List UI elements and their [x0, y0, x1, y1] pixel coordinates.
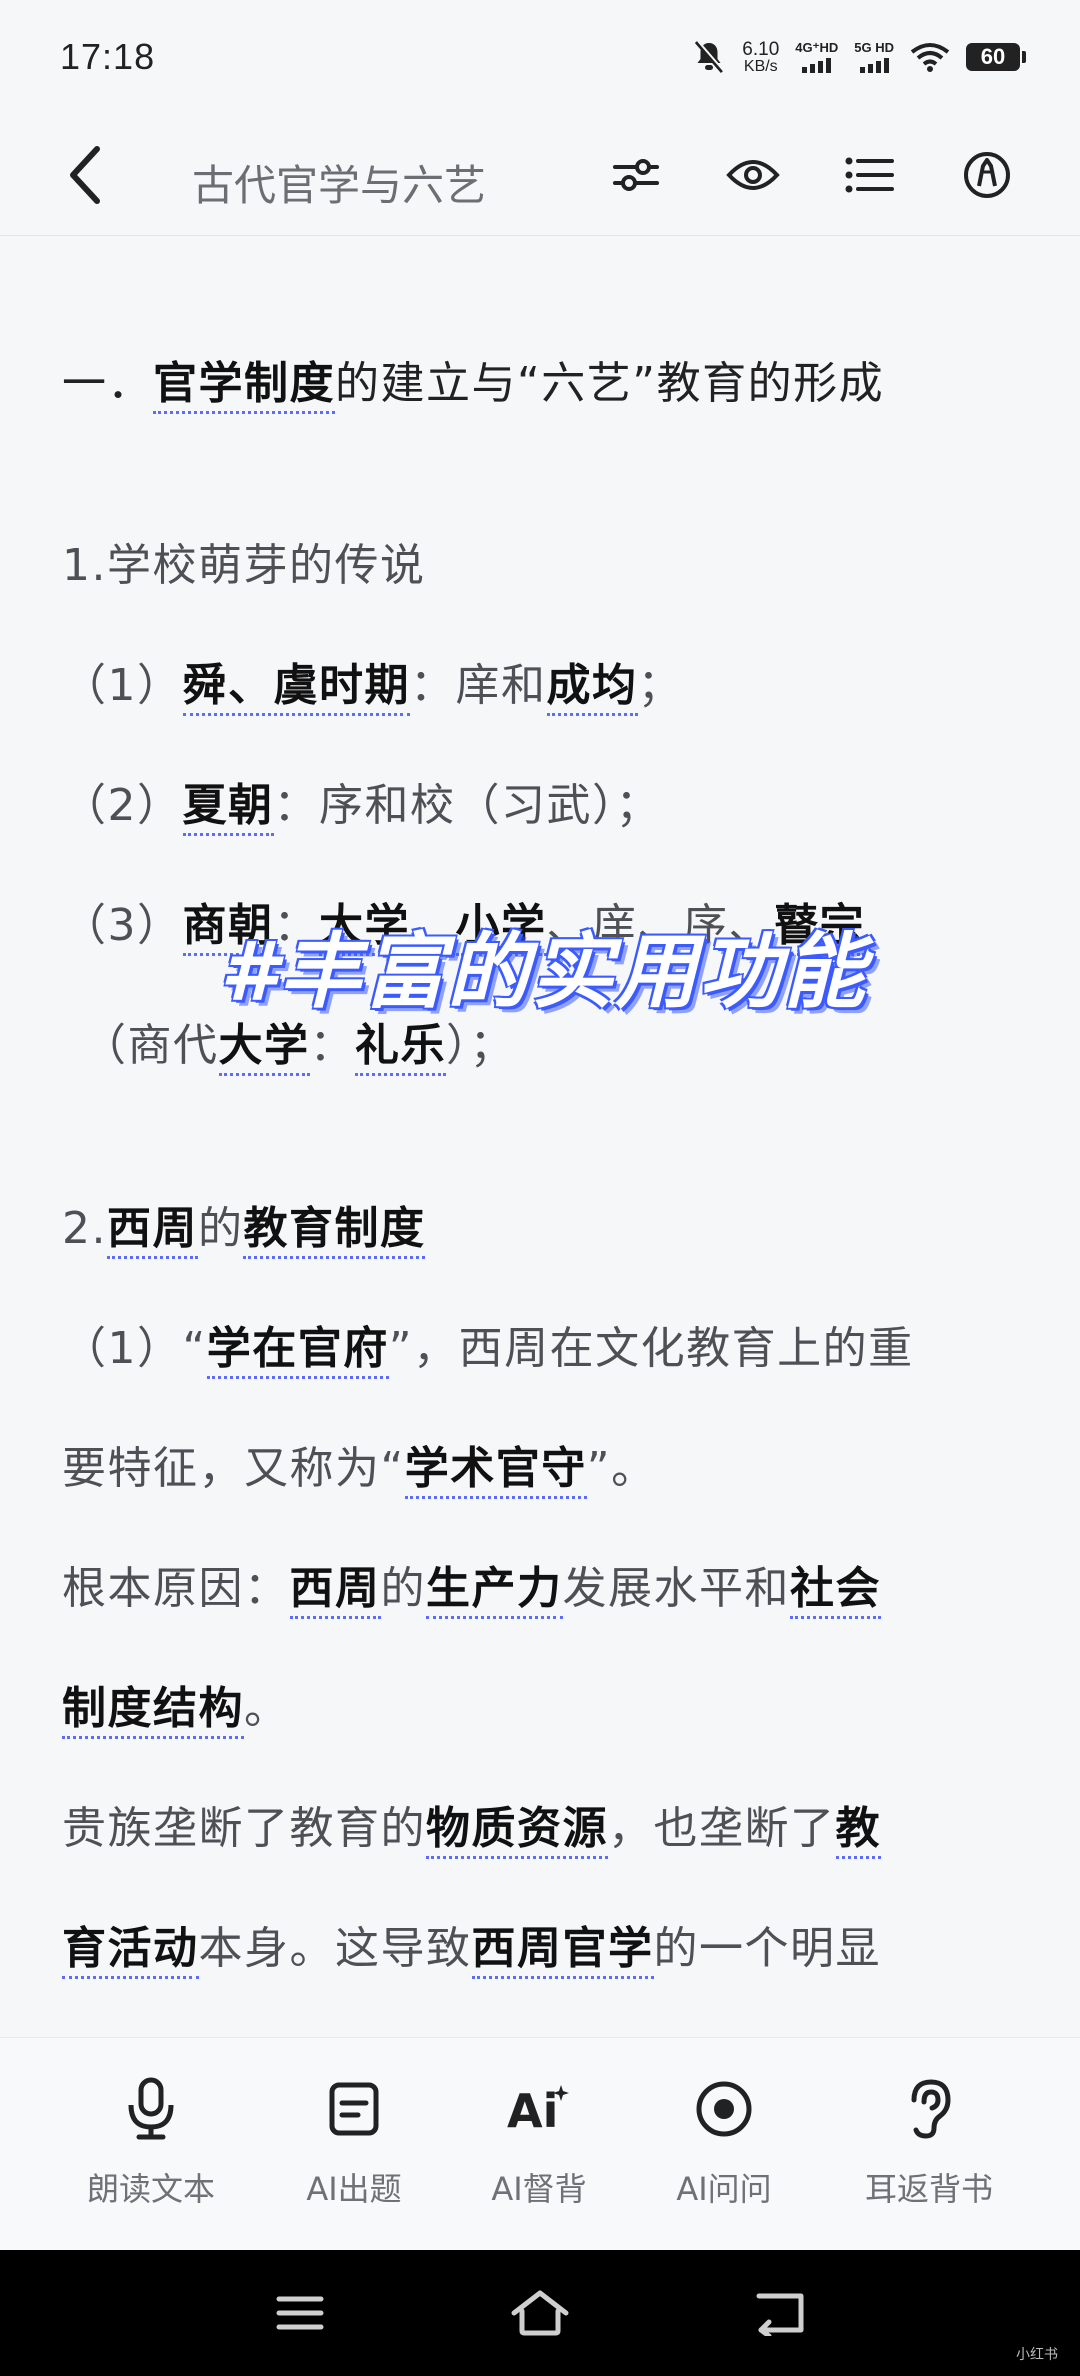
- ear-icon: [894, 2074, 964, 2144]
- keyword[interactable]: 西周: [289, 1563, 381, 1619]
- home-icon: [511, 2290, 569, 2336]
- bottom-toolbar: 朗读文本 AI出题 Ai AI督背 AI问问 耳返背书: [0, 2037, 1080, 2250]
- paragraph-line: 制度结构。: [62, 1672, 290, 1739]
- keyword[interactable]: 教育制度: [243, 1203, 426, 1259]
- system-nav-bar: [0, 2250, 1080, 2376]
- paragraph-line: 要特征，又称为“学术官守”。: [62, 1432, 657, 1499]
- outline-button[interactable]: [838, 144, 900, 206]
- keyword[interactable]: 生产力: [426, 1563, 563, 1619]
- subheading-2: 2.西周的教育制度: [62, 1192, 426, 1259]
- document-body: 一．官学制度的建立与“六艺”教育的形成 1.学校萌芽的传说 （1）舜、虞时期：庠…: [0, 237, 1080, 2037]
- settings-button[interactable]: [605, 144, 667, 206]
- paragraph-line: （2）夏朝：序和校（习武）；: [62, 769, 661, 836]
- paragraph-line: （1）“学在官府”，西周在文化教育上的重: [62, 1312, 914, 1379]
- keyword[interactable]: 学在官府: [206, 1323, 389, 1379]
- ai-recite-button[interactable]: Ai AI督背: [444, 2068, 634, 2228]
- signal-bars-icon: [802, 58, 832, 73]
- paragraph-line: 贵族垄断了教育的物质资源，也垄断了教: [62, 1792, 881, 1859]
- status-time: 17:18: [60, 36, 156, 77]
- keyword[interactable]: 社会: [790, 1563, 881, 1619]
- battery-indicator: 60: [966, 43, 1026, 71]
- keyword[interactable]: 育活动: [62, 1923, 199, 1979]
- mute-bell-icon: [695, 40, 726, 73]
- status-bar: 17:18 6.10 KB/s 4G⁺HD 5G HD 60: [0, 0, 1080, 114]
- keyword[interactable]: 夏朝: [182, 780, 274, 836]
- list-icon: [845, 157, 894, 193]
- menu-icon: [276, 2296, 324, 2330]
- back-button[interactable]: [50, 140, 120, 210]
- keyword[interactable]: 学术官守: [404, 1443, 587, 1499]
- subheading-1: 1.学校萌芽的传说: [62, 540, 426, 591]
- wifi-icon: [910, 43, 950, 72]
- highlight-button[interactable]: [956, 144, 1018, 206]
- read-aloud-button[interactable]: 朗读文本: [56, 2068, 246, 2228]
- microphone-icon: [116, 2074, 186, 2144]
- record-icon: [689, 2074, 759, 2144]
- ai-icon: Ai: [504, 2074, 574, 2144]
- top-app-bar: 古代官学与六艺: [0, 114, 1080, 236]
- signal-5g: 5G HD: [854, 41, 894, 73]
- keyword[interactable]: 物质资源: [426, 1803, 608, 1859]
- keyword[interactable]: 大学: [218, 1020, 310, 1076]
- page-title: 古代官学与六艺: [192, 161, 487, 210]
- keyword[interactable]: 舜、虞时期: [182, 660, 410, 716]
- keyword[interactable]: 教: [835, 1803, 881, 1859]
- network-speed: 6.10 KB/s: [742, 38, 780, 75]
- back-nav-button[interactable]: [740, 2278, 820, 2348]
- section-heading: 一．官学制度的建立与“六艺”教育的形成: [62, 347, 884, 414]
- paragraph-line: （1）舜、虞时期：庠和成均；: [62, 649, 683, 716]
- keyword[interactable]: 官学制度: [153, 358, 335, 414]
- eye-icon: [726, 160, 780, 190]
- keyword[interactable]: 成均: [546, 660, 638, 716]
- app-screen: 17:18 6.10 KB/s 4G⁺HD 5G HD 60 古代官学与六艺 一…: [0, 0, 1080, 2376]
- keyword[interactable]: 西周官学: [471, 1923, 654, 1979]
- keyword[interactable]: 西周: [106, 1203, 198, 1259]
- home-button[interactable]: [500, 2278, 580, 2348]
- signal-4g: 4G⁺HD: [795, 41, 838, 73]
- signal-bars-icon: [859, 58, 889, 73]
- ai-ask-button[interactable]: AI问问: [629, 2068, 819, 2228]
- keyword[interactable]: 礼乐: [355, 1020, 446, 1076]
- status-icons: 6.10 KB/s 4G⁺HD 5G HD 60: [692, 38, 1026, 75]
- paragraph-line: 育活动本身。这导致西周官学的一个明显: [62, 1912, 881, 1979]
- recents-button[interactable]: [260, 2278, 340, 2348]
- svg-text:Ai: Ai: [507, 2084, 558, 2137]
- return-icon: [756, 2293, 804, 2336]
- document-icon: [319, 2074, 389, 2144]
- paragraph-line: 根本原因：西周的生产力发展水平和社会: [62, 1552, 881, 1619]
- keyword[interactable]: 制度结构: [62, 1683, 244, 1739]
- overlay-caption: #丰富的实用功能: [220, 925, 868, 1020]
- ear-return-button[interactable]: 耳返背书: [834, 2068, 1024, 2228]
- settings-sliders-icon: [613, 159, 659, 191]
- highlighter-icon: [964, 152, 1010, 198]
- ai-quiz-button[interactable]: AI出题: [259, 2068, 449, 2228]
- back-icon: [70, 146, 100, 204]
- watermark: 小红书: [1016, 2346, 1058, 2362]
- preview-button[interactable]: [722, 144, 784, 206]
